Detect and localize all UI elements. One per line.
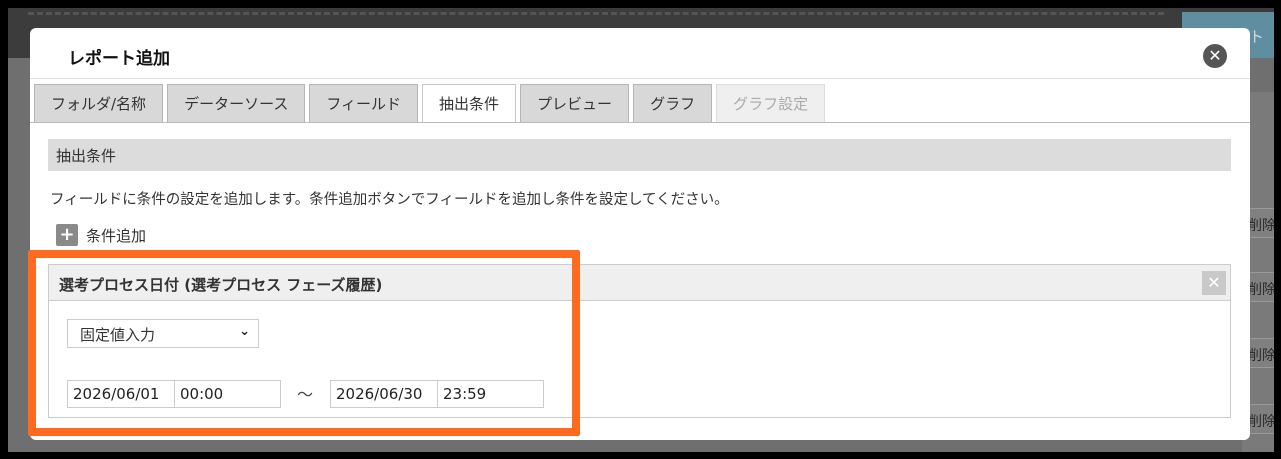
tab-folder-name[interactable]: フォルダ/名称 bbox=[34, 84, 164, 122]
tab-graph-settings: グラフ設定 bbox=[716, 84, 826, 122]
modal-title: レポート追加 bbox=[68, 49, 170, 69]
remove-condition-icon[interactable]: ✕ bbox=[1202, 271, 1226, 295]
tab-bar: フォルダ/名称 データーソース フィールド 抽出条件 プレビュー グラフ グラフ… bbox=[34, 84, 826, 122]
tabs-divider bbox=[30, 122, 1250, 123]
section-header: 抽出条件 bbox=[48, 139, 1231, 171]
plus-icon: + bbox=[56, 224, 78, 246]
backdrop-dashes bbox=[28, 12, 1164, 16]
tab-graph[interactable]: グラフ bbox=[633, 84, 713, 122]
add-condition-label: 条件追加 bbox=[86, 226, 147, 245]
tab-filter-conditions[interactable]: 抽出条件 bbox=[422, 84, 517, 122]
close-icon[interactable]: ✕ bbox=[1203, 44, 1227, 68]
section-description: フィールドに条件の設定を追加します。条件追加ボタンでフィールドを追加し条件を設定… bbox=[50, 192, 729, 208]
highlight-frame bbox=[28, 250, 580, 436]
tab-data-source[interactable]: データーソース bbox=[167, 84, 306, 122]
tab-preview[interactable]: プレビュー bbox=[520, 84, 630, 122]
header-divider bbox=[30, 78, 1250, 79]
add-condition-button[interactable]: + 条件追加 bbox=[56, 224, 146, 246]
tab-fields[interactable]: フィールド bbox=[309, 84, 419, 122]
